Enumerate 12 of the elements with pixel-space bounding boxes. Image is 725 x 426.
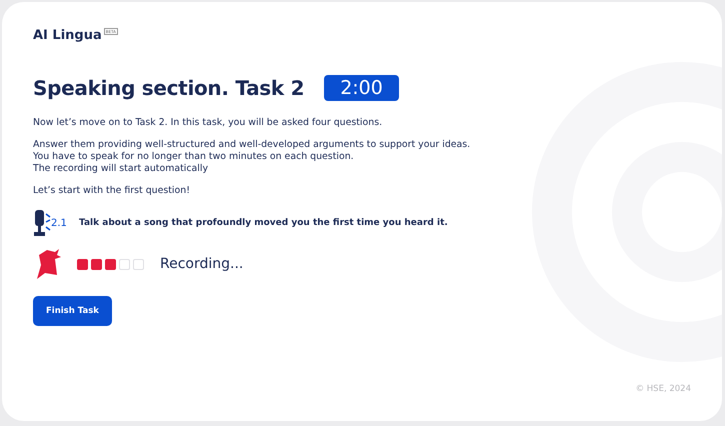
question-number: 2.1 [51, 218, 68, 228]
instruction-text: Answer them providing well-structured and well-developed arguments to support your ideas. You have to speak for no longer than two minutes on each question. The recording will start automatically [33, 139, 472, 175]
instruction-text: Now let’s move on to Task 2. In this task, you will be asked four questions. [33, 117, 384, 129]
instruction-text: Let’s start with the first question! [33, 185, 191, 197]
question-text: Talk about a song that profoundly moved you the first time you heard it. [79, 218, 448, 228]
recording-status: Recording... [160, 256, 244, 272]
page-title: Speaking section. Task 2 [33, 76, 304, 100]
copyright-text: © HSE, 2024 [636, 384, 691, 394]
app-logo: AI Lingua [33, 28, 102, 43]
timer: 2:00 [324, 75, 399, 101]
finish-task-button[interactable]: Finish Task [33, 296, 112, 326]
microphone-icon [33, 209, 51, 237]
